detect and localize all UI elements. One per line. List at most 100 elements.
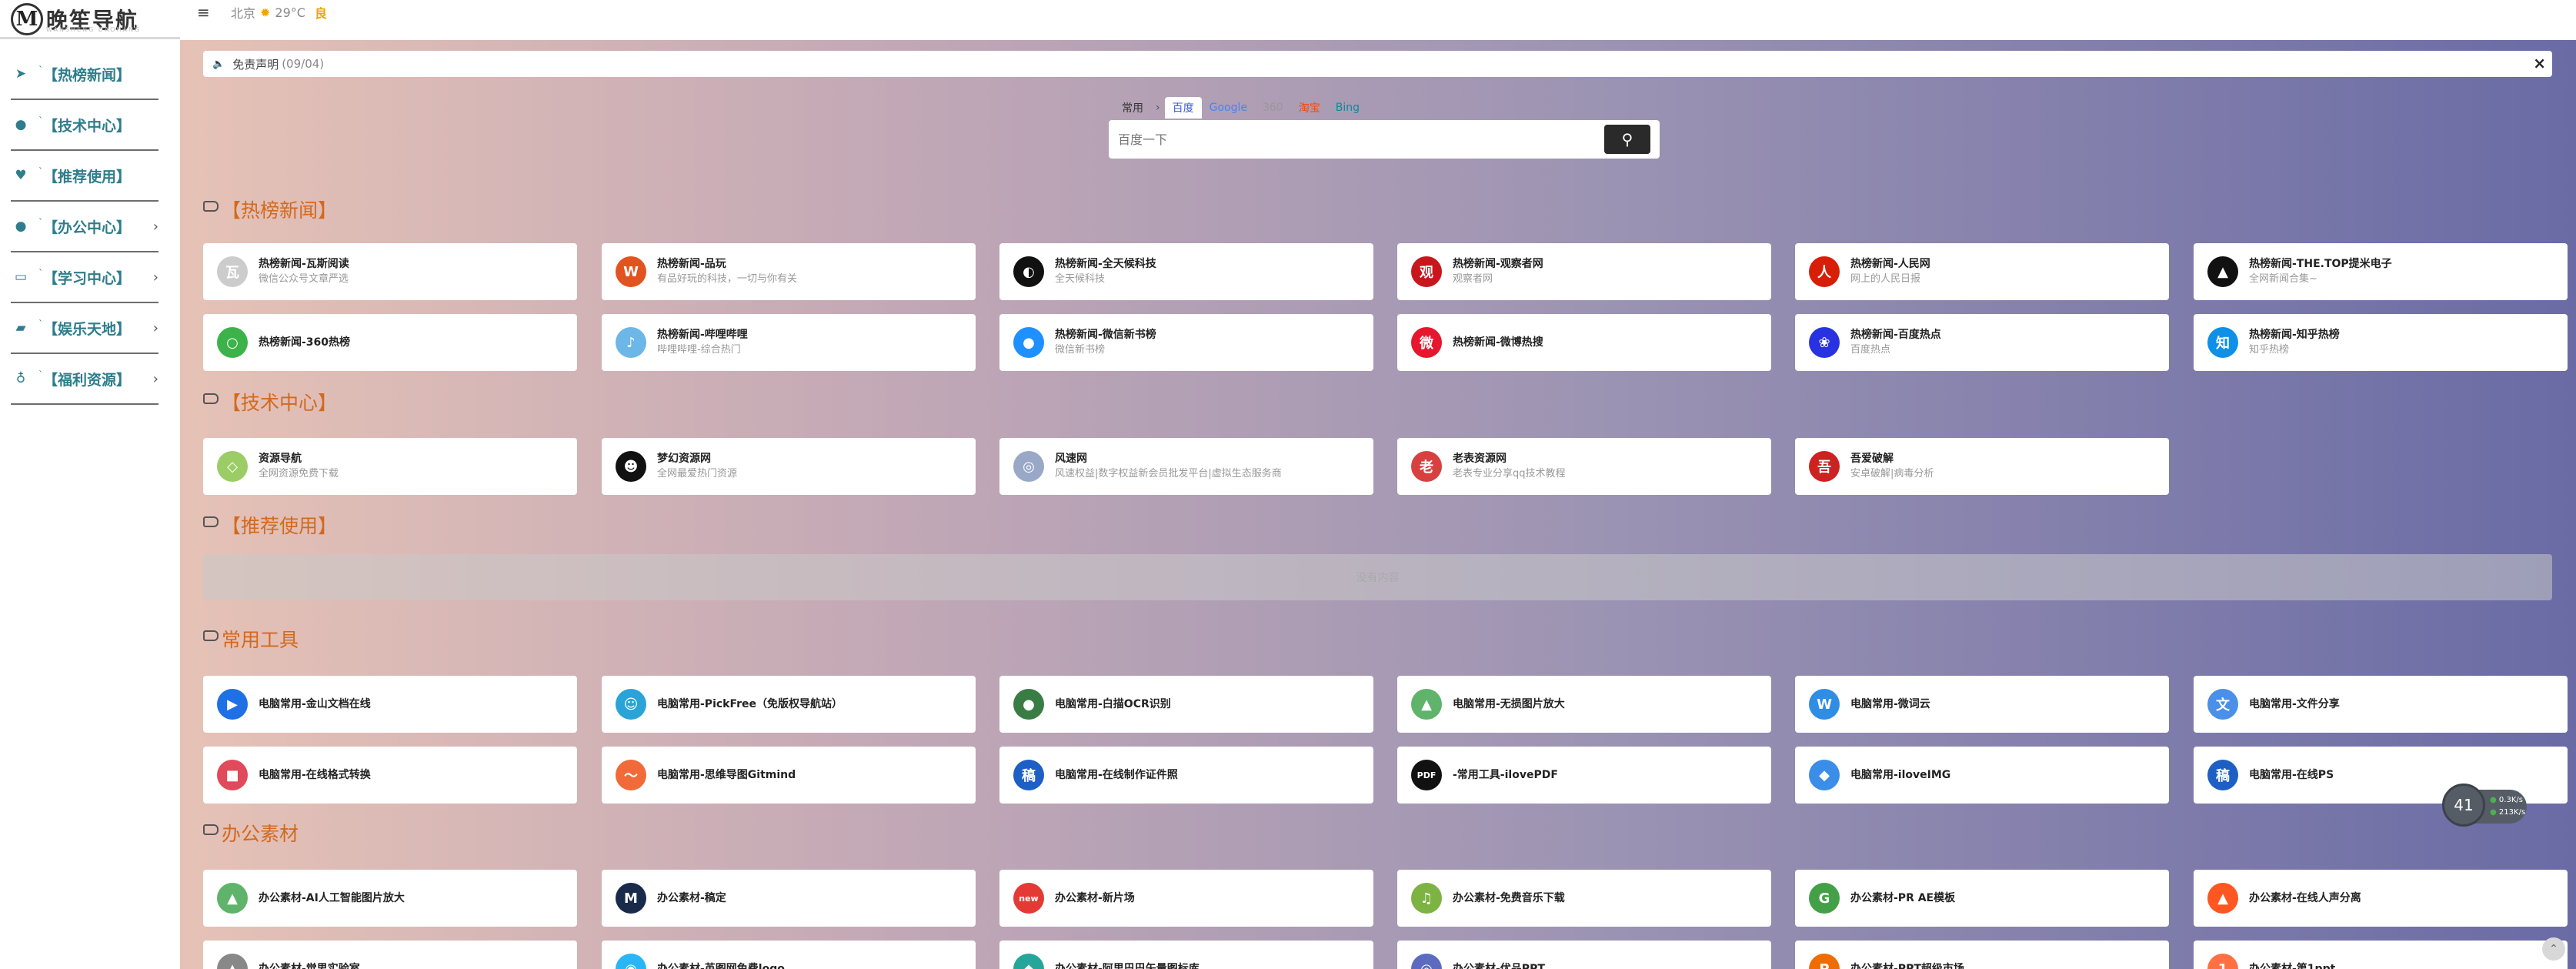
- weather-temp: 29°C: [275, 5, 305, 20]
- site-icon: PDF: [1411, 760, 1442, 790]
- site-title: 办公素材-新片场: [1055, 892, 1135, 904]
- site-icon: ▲: [2207, 883, 2238, 914]
- site-card[interactable]: G 办公素材-PR AE模板: [1795, 870, 2169, 927]
- site-title: 热榜新闻-360热榜: [259, 336, 351, 349]
- weather-widget[interactable]: 北京 ✹ 29°C 良: [231, 3, 327, 22]
- section-heading-tools: 常用工具: [203, 625, 299, 653]
- site-card[interactable]: ◆ 办公素材-阿里巴巴矢量图标库: [999, 941, 1373, 969]
- site-icon: ☺: [616, 689, 646, 720]
- search-engine-tab[interactable]: Google: [1202, 99, 1255, 117]
- search-button[interactable]: ⚲: [1604, 125, 1650, 154]
- site-icon: ❀: [1809, 327, 1840, 358]
- site-card[interactable]: 〜电脑常用-思维导图Gitmind: [602, 747, 976, 804]
- site-card[interactable]: M 办公素材-稿定: [602, 870, 976, 927]
- site-icon: 文: [2207, 689, 2238, 720]
- site-card[interactable]: ♫ 办公素材-免费音乐下载: [1397, 870, 1771, 927]
- site-card[interactable]: 观热榜新闻-观察者网 观察者网: [1397, 243, 1771, 300]
- site-card[interactable]: PDF -常用工具-ilovePDF: [1397, 747, 1771, 804]
- site-card[interactable]: ◆ 电脑常用-iloveIMG: [1795, 747, 2169, 804]
- site-card[interactable]: ▶ 电脑常用-金山文档在线: [203, 676, 577, 733]
- site-card[interactable]: ▲ 热榜新闻-THE.TOP提米电子 全网新闻合集~: [2194, 243, 2568, 300]
- site-title: 办公素材-免费音乐下载: [1453, 892, 1565, 904]
- site-card[interactable]: ◎ 办公素材-优品PPT: [1397, 941, 1771, 969]
- weather-city: 北京: [231, 6, 256, 21]
- sidebar-item-label: 【技术中心】: [43, 117, 132, 135]
- site-card[interactable]: ◎ 风速网 风速权益|数字权益新会员批发平台|虚拟生态服务商: [999, 438, 1373, 495]
- site-card[interactable]: ◉ 办公素材-英图网免费logo: [602, 941, 976, 969]
- site-card[interactable]: new 办公素材-新片场: [999, 870, 1373, 927]
- section-title: 常用工具: [222, 629, 299, 651]
- site-icon: ●: [1013, 327, 1044, 358]
- site-card[interactable]: 知热榜新闻-知乎热榜 知乎热榜: [2194, 314, 2568, 371]
- sidebar-item[interactable]: ● ˋ 【技术中心】: [11, 100, 158, 151]
- tag-icon: [203, 393, 219, 404]
- site-card[interactable]: 瓦热榜新闻-瓦斯阅读 微信公众号文章严选: [203, 243, 577, 300]
- site-card[interactable]: ◇ 资源导航 全网资源免费下载: [203, 438, 577, 495]
- site-title: 热榜新闻-观察者网: [1453, 258, 1543, 270]
- notice-text[interactable]: 免责声明: [232, 56, 279, 72]
- site-card[interactable]: ● 电脑常用-白描OCR识别: [999, 676, 1373, 733]
- search-engine-tab[interactable]: 360: [1255, 99, 1291, 117]
- site-card[interactable]: ❀ 热榜新闻-百度热点 百度热点: [1795, 314, 2169, 371]
- site-icon: 稿: [1013, 760, 1044, 790]
- search-box: ⚲: [1109, 120, 1660, 159]
- site-card[interactable]: 1 办公素材-第1ppt: [2194, 941, 2568, 969]
- site-card[interactable]: ☻ 梦幻资源网 全网最爱热门资源: [602, 438, 976, 495]
- site-card[interactable]: W 电脑常用-微词云: [1795, 676, 2169, 733]
- upload-unit: K/s: [2511, 796, 2523, 804]
- site-title: 风速网: [1055, 453, 1087, 465]
- site-card[interactable]: 微热榜新闻-微博热搜: [1397, 314, 1771, 371]
- site-title: 办公素材-在线人声分离: [2249, 892, 2361, 904]
- sidebar-item[interactable]: ♥ ˋ 【推荐使用】: [11, 151, 158, 202]
- site-icon: ◇: [217, 451, 248, 482]
- site-card[interactable]: ☺ 电脑常用-PickFree（免版权导航站）: [602, 676, 976, 733]
- site-card[interactable]: ♪ 热榜新闻-哔哩哔哩 哔哩哔哩-综合热门: [602, 314, 976, 371]
- site-icon: ▲: [1411, 689, 1442, 720]
- site-card[interactable]: W 热榜新闻-品玩 有品好玩的科技，一切与你有关: [602, 243, 976, 300]
- menu-toggle-icon[interactable]: ≡: [197, 3, 210, 22]
- site-card[interactable]: 稿电脑常用-在线制作证件照: [999, 747, 1373, 804]
- site-card[interactable]: ▲ 办公素材-AI人工智能图片放大: [203, 870, 577, 927]
- site-card[interactable]: ○ 热榜新闻-360热榜: [203, 314, 577, 371]
- site-title: 办公素材-觉思实验室: [259, 963, 360, 969]
- back-to-top-button[interactable]: ⌃: [2542, 937, 2565, 961]
- search-category[interactable]: 常用: [1114, 97, 1151, 119]
- site-title: 电脑常用-在线格式转换: [259, 769, 371, 781]
- site-icon: G: [1809, 883, 1840, 914]
- notice-bar[interactable]: 🔈 免责声明 (09/04) ×: [203, 51, 2552, 77]
- site-card[interactable]: ■ 电脑常用-在线格式转换: [203, 747, 577, 804]
- sidebar-item[interactable]: ♁ ˋ 【福利资源】 ›: [11, 354, 158, 405]
- search-engine-tab[interactable]: 淘宝: [1291, 97, 1328, 119]
- medal-icon: ♁: [15, 371, 26, 386]
- site-card[interactable]: ▲ 办公素材-在线人声分离: [2194, 870, 2568, 927]
- site-card[interactable]: ◐ 热榜新闻-全天候科技 全天候科技: [999, 243, 1373, 300]
- site-card[interactable]: ● 热榜新闻-微信新书榜 微信新书榜: [999, 314, 1373, 371]
- site-icon: W: [616, 256, 646, 287]
- site-title: 办公素材-PPT超级市场: [1850, 963, 1964, 969]
- search-engine-tab[interactable]: 百度: [1164, 97, 1202, 119]
- memory-percent[interactable]: 41: [2442, 784, 2485, 827]
- site-card[interactable]: ▲ 电脑常用-无损图片放大: [1397, 676, 1771, 733]
- site-card[interactable]: ▲ 办公素材-觉思实验室: [203, 941, 577, 969]
- sidebar-item-label: 【热榜新闻】: [43, 66, 132, 84]
- sidebar-item-label: 【学习中心】: [43, 269, 132, 287]
- network-speed-widget[interactable]: ● 0.3K/s ● 213K/s 41: [2442, 784, 2534, 827]
- site-card[interactable]: 老老表资源网 老表专业分享qq技术教程: [1397, 438, 1771, 495]
- section-heading-recommend: 【推荐使用】: [203, 511, 337, 539]
- site-title: 热榜新闻-微博热搜: [1453, 336, 1543, 349]
- notice-close-button[interactable]: ×: [2533, 54, 2546, 72]
- site-card[interactable]: 人热榜新闻-人民网 网上的人民日报: [1795, 243, 2169, 300]
- sidebar-item[interactable]: ▭ ˋ 【学习中心】 ›: [11, 252, 158, 303]
- sidebar-item[interactable]: ➤ ˋ 【热榜新闻】: [11, 49, 158, 100]
- site-card[interactable]: P 办公素材-PPT超级市场: [1795, 941, 2169, 969]
- empty-placeholder: 没有内容: [203, 554, 2552, 600]
- search-input[interactable]: [1118, 126, 1580, 152]
- site-icon: ■: [217, 760, 248, 790]
- sidebar-item[interactable]: ▰ ˋ 【娱乐天地】 ›: [11, 303, 158, 354]
- section-title: 办公素材: [222, 823, 299, 845]
- site-card[interactable]: 文电脑常用-文件分享: [2194, 676, 2568, 733]
- speaker-icon: 🔈: [212, 58, 225, 70]
- sidebar-item[interactable]: ● ˋ 【办公中心】 ›: [11, 202, 158, 252]
- site-card[interactable]: 吾吾爱破解 安卓破解|病毒分析: [1795, 438, 2169, 495]
- search-engine-tab[interactable]: Bing: [1328, 99, 1367, 117]
